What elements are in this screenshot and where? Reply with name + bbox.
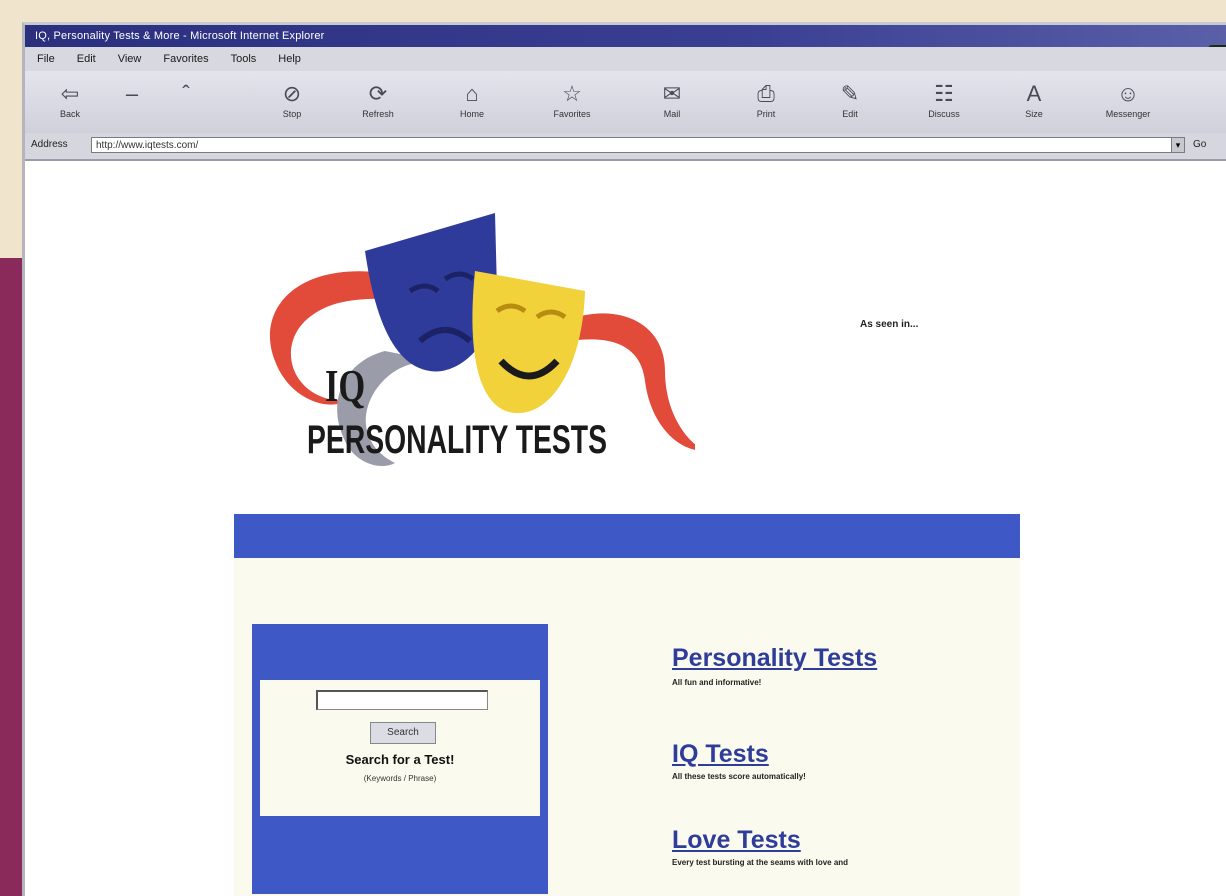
toolbar: ⇦ Back – ˆ ⊘ Stop ⟳ Refresh ⌂ Home ☆ Favorite…: [25, 71, 1226, 134]
mail-button[interactable]: ✉ Mail: [637, 79, 707, 129]
back-button[interactable]: ⇦ Back: [35, 79, 105, 129]
search-box: Search Search for a Test! (Keywords / Ph…: [252, 624, 548, 894]
page-content: IQ PERSONALITY TESTS As seen in... Searc…: [25, 161, 1226, 896]
address-dropdown-icon[interactable]: ▾: [1171, 137, 1185, 153]
size-button[interactable]: A Size: [999, 79, 1069, 129]
print-button[interactable]: ⎙ Print: [731, 79, 801, 129]
print-icon: ⎙: [757, 81, 775, 106]
stop-button[interactable]: ⊘ Stop: [257, 79, 327, 129]
menu-favorites[interactable]: Favorites: [163, 53, 208, 65]
messenger-icon: ☺: [1116, 81, 1140, 106]
search-button[interactable]: Search: [370, 722, 436, 744]
search-subtitle: (Keywords / Phrase): [363, 774, 437, 783]
menu-edit[interactable]: Edit: [77, 53, 96, 65]
stop-small-button[interactable]: ˆ: [151, 79, 221, 129]
discuss-icon: ☷: [934, 81, 954, 106]
personality-tests-desc: All fun and informative!: [672, 678, 762, 687]
menu-file[interactable]: File: [37, 53, 55, 65]
search-title: Search for a Test!: [345, 752, 455, 767]
stop-icon: ˆ: [182, 81, 190, 106]
edit-button[interactable]: ✎ Edit: [815, 79, 885, 129]
messenger-button[interactable]: ☺ Messenger: [1093, 79, 1163, 129]
as-seen-in-text: As seen in...: [860, 319, 919, 330]
love-tests-desc: Every test bursting at the seams with lo…: [672, 858, 849, 867]
refresh-button[interactable]: ⟳ Refresh: [343, 79, 413, 129]
menu-bar: File Edit View Favorites Tools Help: [25, 47, 1226, 71]
browser-window: IQ, Personality Tests & More - Microsoft…: [22, 22, 1226, 896]
love-tests-link[interactable]: Love Tests: [672, 826, 801, 855]
favorites-icon: ☆: [562, 81, 582, 106]
menu-tools[interactable]: Tools: [231, 53, 257, 65]
site-logo[interactable]: IQ PERSONALITY TESTS: [235, 201, 705, 491]
yellow-mask: [472, 271, 585, 414]
search-input[interactable]: [316, 690, 488, 710]
address-label: Address: [31, 139, 68, 150]
iq-tests-link[interactable]: IQ Tests: [672, 740, 769, 769]
address-bar: Address http://www.iqtests.com/ ▾ Go: [25, 133, 1226, 161]
home-button[interactable]: ⌂ Home: [437, 79, 507, 129]
menu-help[interactable]: Help: [278, 53, 301, 65]
title-bar: IQ, Personality Tests & More - Microsoft…: [25, 25, 1226, 47]
size-icon: A: [1026, 81, 1042, 106]
go-button[interactable]: Go: [1193, 139, 1206, 150]
home-icon: ⌂: [465, 81, 479, 106]
logo-iq-text: IQ: [325, 360, 365, 411]
stop-icon: ⊘: [282, 81, 302, 106]
address-input[interactable]: http://www.iqtests.com/: [91, 137, 1177, 153]
search-form: Search Search for a Test! (Keywords / Ph…: [260, 680, 540, 816]
favorites-button[interactable]: ☆ Favorites: [537, 79, 607, 129]
main-panel: Search Search for a Test! (Keywords / Ph…: [234, 514, 1020, 896]
iq-tests-desc: All these tests score automatically!: [672, 772, 806, 781]
edit-icon: ✎: [840, 81, 860, 106]
logo-title-text: PERSONALITY TESTS: [307, 418, 607, 462]
refresh-icon: ⟳: [368, 81, 388, 106]
back-arrow-icon: ⇦: [60, 81, 80, 106]
menu-view[interactable]: View: [118, 53, 142, 65]
panel-header-band: [234, 514, 1020, 558]
personality-tests-link[interactable]: Personality Tests: [672, 644, 877, 673]
mail-icon: ✉: [662, 81, 682, 106]
discuss-button[interactable]: ☷ Discuss: [909, 79, 979, 129]
